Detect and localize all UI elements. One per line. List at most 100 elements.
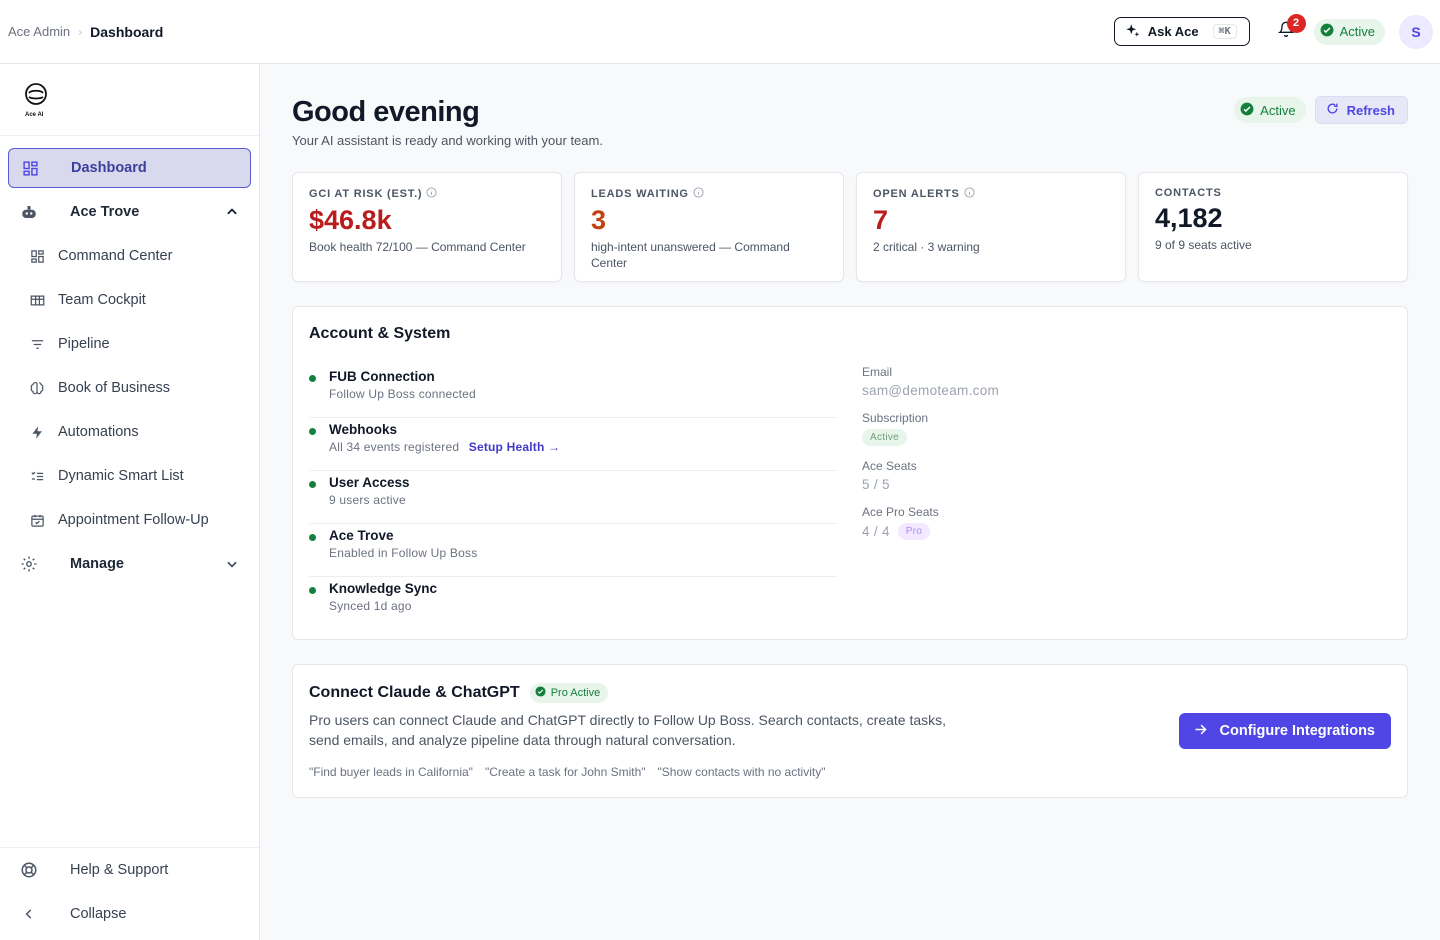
page-subtitle: Your AI assistant is ready and working w… <box>292 133 603 148</box>
connect-description: Pro users can connect Claude and ChatGPT… <box>309 712 947 748</box>
list-item: User Access 9 users active <box>309 471 837 524</box>
sidebar-item-label: Ace Trove <box>70 204 140 220</box>
notifications-button[interactable]: 2 <box>1272 13 1306 46</box>
panel-title: Account & System <box>309 325 451 342</box>
robot-icon <box>20 203 38 221</box>
list-item-title: FUB Connection <box>329 369 435 384</box>
sidebar-item-label: Help & Support <box>70 862 169 878</box>
account-system-panel: Account & System FUB Connection Follow U… <box>292 306 1408 640</box>
sidebar-item-label: Command Center <box>58 248 173 264</box>
sidebar-item-command-center[interactable]: Command Center <box>8 236 251 276</box>
list-item: FUB Connection Follow Up Boss connected <box>309 365 837 418</box>
check-circle-icon <box>1320 23 1334 40</box>
sidebar-item-pipeline[interactable]: Pipeline <box>8 324 251 364</box>
notification-count-badge: 2 <box>1286 13 1306 33</box>
email-value: sam@demoteam.com <box>862 383 1000 398</box>
status-badge: Active <box>1234 97 1306 123</box>
sidebar-item-automations[interactable]: Automations <box>8 412 251 452</box>
lifebuoy-icon <box>20 861 38 879</box>
info-icon[interactable] <box>693 187 704 201</box>
sidebar-item-label: Manage <box>70 556 124 572</box>
configure-label: Configure Integrations <box>1219 723 1375 739</box>
sidebar-footer: Help & Support Collapse <box>0 847 259 940</box>
configure-integrations-button[interactable]: Configure Integrations <box>1178 713 1391 749</box>
refresh-label: Refresh <box>1346 102 1395 118</box>
list-item: Ace Trove Enabled in Follow Up Boss <box>309 524 837 577</box>
example-prompt: "Create a task for John Smith" <box>484 765 646 779</box>
refresh-button[interactable]: Refresh <box>1314 96 1408 124</box>
example-prompts: "Find buyer leads in California" "Create… <box>309 765 1391 779</box>
ask-ace-button[interactable]: Ask Ace ⌘K <box>1113 17 1250 46</box>
calendar-check-icon <box>28 511 46 529</box>
sidebar: Ace AI Dashboard Ace Trove Command Cente… <box>0 64 260 940</box>
stat-label: OPEN ALERTS <box>873 188 960 200</box>
sidebar-item-book-of-business[interactable]: Book of Business <box>8 368 251 408</box>
panel-title: Connect Claude & ChatGPT <box>309 684 520 701</box>
account-details: Email sam@demoteam.com Subscription Acti… <box>862 365 999 553</box>
sidebar-item-label: Book of Business <box>58 380 171 396</box>
logo[interactable]: Ace AI <box>0 64 259 136</box>
stat-value: 4,182 <box>1155 203 1223 233</box>
refresh-icon <box>1326 102 1339 118</box>
sidebar-item-label: Dashboard <box>71 160 147 176</box>
breadcrumb: Ace Admin › Dashboard <box>8 24 163 40</box>
list-item-desc: Synced 1d ago <box>329 599 412 613</box>
list-item-title: User Access <box>329 475 410 490</box>
stat-value: 3 <box>591 205 607 235</box>
stat-note: Book health 72/100 — Command Center <box>309 240 526 254</box>
ace-seats-value: 5 / 5 <box>862 477 890 492</box>
list-check-icon <box>28 467 46 485</box>
ace-ai-logo-icon <box>24 82 259 111</box>
list-item-desc: Enabled in Follow Up Boss <box>329 546 478 560</box>
stat-value: $46.8k <box>309 205 392 235</box>
breadcrumb-root-link[interactable]: Ace Admin <box>8 24 70 39</box>
sidebar-collapse-button[interactable]: Collapse <box>8 892 251 936</box>
main-content: Good evening Your AI assistant is ready … <box>260 64 1440 940</box>
list-item-title: Knowledge Sync <box>329 581 438 596</box>
top-bar: Ace Admin › Dashboard Ask Ace ⌘K 2 Activ… <box>0 0 1440 64</box>
bolt-icon <box>28 423 46 441</box>
sidebar-item-label: Automations <box>58 424 139 440</box>
sidebar-item-help-support[interactable]: Help & Support <box>8 848 251 892</box>
chevron-left-icon <box>20 905 38 923</box>
sidebar-nav: Dashboard Ace Trove Command Center Team … <box>0 136 259 584</box>
example-prompt: "Find buyer leads in California" <box>309 765 473 779</box>
breadcrumb-current: Dashboard <box>90 23 164 40</box>
connect-integrations-panel: Connect Claude & ChatGPT Pro Active Pro … <box>292 664 1408 798</box>
ask-ace-label: Ask Ace <box>1147 24 1199 39</box>
stat-card-open-alerts[interactable]: OPEN ALERTS 7 2 critical · 3 warning <box>856 172 1126 282</box>
ace-pro-seats-label: Ace Pro Seats <box>862 505 939 519</box>
stat-note: 2 critical · 3 warning <box>873 240 980 254</box>
stat-card-gci-at-risk[interactable]: GCI AT RISK (EST.) $46.8k Book health 72… <box>292 172 562 282</box>
sidebar-item-label: Appointment Follow-Up <box>58 512 209 528</box>
sidebar-item-team-cockpit[interactable]: Team Cockpit <box>8 280 251 320</box>
setup-health-link[interactable]: Setup Health → <box>469 440 560 454</box>
stat-note: 9 of 9 seats active <box>1155 238 1252 252</box>
stat-card-leads-waiting[interactable]: LEADS WAITING 3 high-intent unanswered —… <box>574 172 844 282</box>
email-label: Email <box>862 365 893 379</box>
sidebar-group-manage[interactable]: Manage <box>8 544 251 584</box>
arrow-right-icon <box>1193 722 1208 741</box>
sidebar-item-dynamic-smart-list[interactable]: Dynamic Smart List <box>8 456 251 496</box>
user-avatar[interactable]: S <box>1399 14 1433 49</box>
sidebar-group-ace-trove[interactable]: Ace Trove <box>8 192 251 232</box>
status-dot <box>309 375 316 382</box>
list-item: Webhooks All 34 events registered Setup … <box>309 418 837 471</box>
brain-icon <box>28 379 46 397</box>
info-icon[interactable] <box>964 187 975 201</box>
system-status-list: FUB Connection Follow Up Boss connected … <box>309 365 837 630</box>
grid-icon <box>28 247 46 265</box>
status-dot <box>309 587 316 594</box>
status-badge: Active <box>1313 18 1385 45</box>
sidebar-item-appointment-follow-up[interactable]: Appointment Follow-Up <box>8 500 251 540</box>
stat-label: GCI AT RISK (EST.) <box>309 188 423 200</box>
status-text: Active <box>1260 102 1296 118</box>
pro-active-text: Pro Active <box>550 687 601 699</box>
sidebar-item-label: Collapse <box>70 906 127 922</box>
table-icon <box>28 291 46 309</box>
sidebar-item-dashboard[interactable]: Dashboard <box>8 148 251 188</box>
stat-note: high-intent unanswered — Command Center <box>591 240 790 270</box>
info-icon[interactable] <box>426 187 437 201</box>
gear-icon <box>20 555 38 573</box>
stat-card-contacts[interactable]: CONTACTS 4,182 9 of 9 seats active <box>1138 172 1408 282</box>
